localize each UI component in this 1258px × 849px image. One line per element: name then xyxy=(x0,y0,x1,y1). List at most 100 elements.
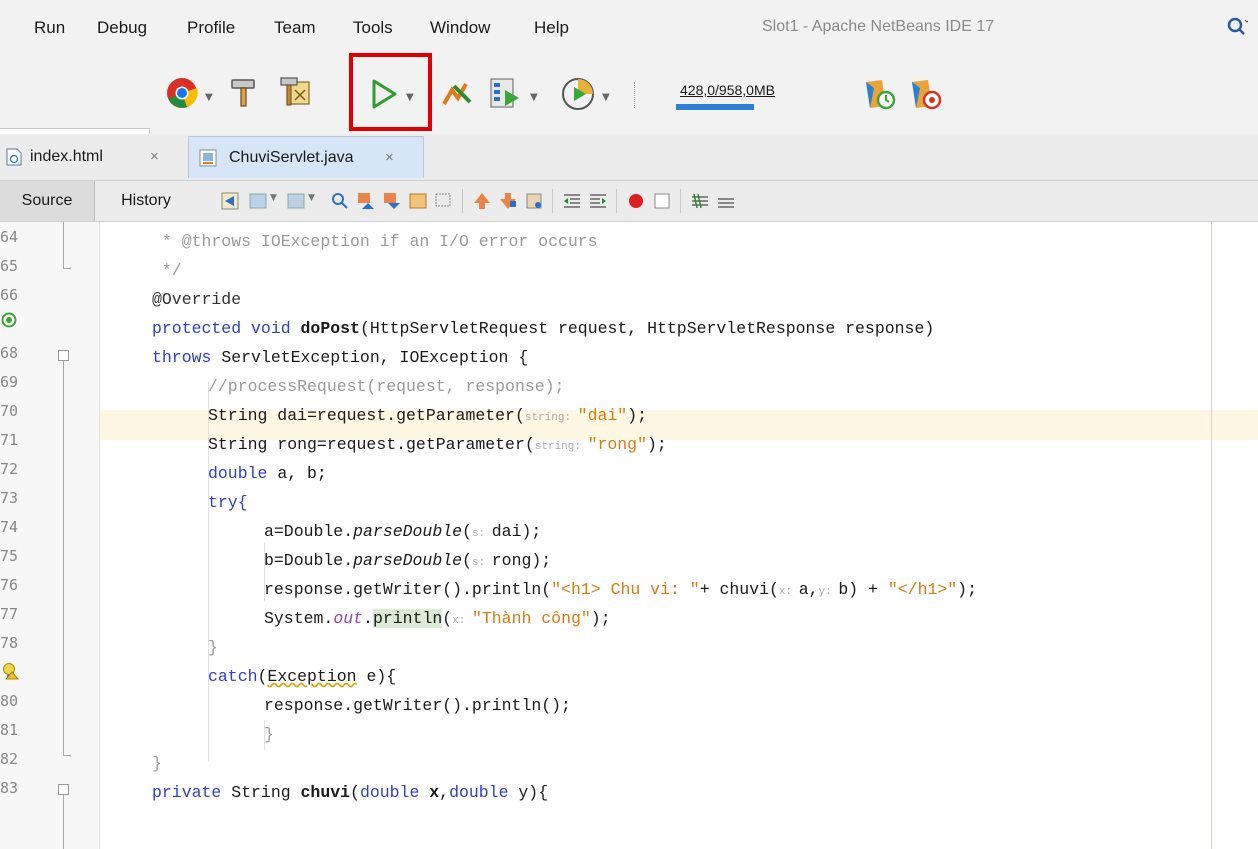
code-line-80: response.getWriter().println(); xyxy=(264,696,571,715)
code-line-75: b=Double.parseDouble(s: rong); xyxy=(264,551,552,570)
line-number: 71 xyxy=(0,431,19,449)
code-line-64: * @throws IOException if an I/O error oc… xyxy=(152,232,598,251)
toggle-bookmark-icon[interactable] xyxy=(524,191,544,211)
close-icon[interactable]: × xyxy=(385,149,394,166)
fold-end xyxy=(63,755,71,756)
run-file-dropdown-icon[interactable]: ▼ xyxy=(602,92,610,103)
line-number: 73 xyxy=(0,489,19,507)
line-number: 81 xyxy=(0,721,19,739)
separator xyxy=(680,189,681,213)
line-number: 72 xyxy=(0,460,19,478)
forward-icon[interactable] xyxy=(286,191,306,211)
separator xyxy=(462,189,463,213)
code-line-72: double a, b; xyxy=(208,464,327,483)
code-line-74: a=Double.parseDouble(s: dai); xyxy=(264,522,542,541)
main-toolbar: ▼ ▼ ▼ ▼ 428,0/958,0MB xyxy=(0,56,1258,174)
code-line-78: } xyxy=(208,638,218,657)
code-line-69: //processRequest(request, response); xyxy=(208,377,565,396)
separator xyxy=(616,189,617,213)
uncomment-icon[interactable] xyxy=(716,191,736,211)
next-bookmark-icon[interactable] xyxy=(498,191,518,211)
line-number: 80 xyxy=(0,692,19,710)
separator xyxy=(552,189,553,213)
line-number: 76 xyxy=(0,576,19,594)
previous-bookmark-icon[interactable] xyxy=(472,191,492,211)
code-line-73: try{ xyxy=(208,493,248,512)
build-hammer-icon[interactable] xyxy=(226,76,260,110)
shift-right-icon[interactable] xyxy=(588,191,608,211)
code-line-79: catch(Exception e){ xyxy=(208,667,397,686)
fold-end xyxy=(63,268,71,269)
find-selection-icon[interactable] xyxy=(330,191,350,211)
close-icon[interactable]: × xyxy=(150,148,159,165)
code-line-70: String dai=request.getParameter(string: … xyxy=(208,406,647,425)
menu-profile[interactable]: Profile xyxy=(187,18,235,38)
browser-dropdown-icon[interactable]: ▼ xyxy=(205,92,213,103)
code-editor[interactable]: * @throws IOException if an I/O error oc… xyxy=(100,222,1258,849)
comment-icon[interactable] xyxy=(690,191,710,211)
fold-line xyxy=(63,222,64,268)
tab-index-html[interactable]: index.html × xyxy=(0,136,186,178)
memory-bar xyxy=(676,104,754,110)
line-number: 68 xyxy=(0,344,19,362)
menu-help[interactable]: Help xyxy=(534,18,569,38)
line-number: 77 xyxy=(0,605,19,623)
fold-line xyxy=(63,795,64,849)
tab-label: ChuviServlet.java xyxy=(229,149,354,166)
shift-left-icon[interactable] xyxy=(562,191,582,211)
menu-run[interactable]: Run xyxy=(34,18,65,38)
memory-indicator[interactable]: 428,0/958,0MB xyxy=(676,78,850,110)
menu-tools[interactable]: Tools xyxy=(353,18,393,38)
menu-team[interactable]: Team xyxy=(274,18,316,38)
source-tab[interactable]: Source xyxy=(0,181,95,221)
history-tab[interactable]: History xyxy=(98,181,194,221)
debug-project-icon[interactable] xyxy=(440,76,474,110)
profile-dropdown-icon[interactable]: ▼ xyxy=(530,92,538,103)
line-number: 75 xyxy=(0,547,19,565)
html-file-icon xyxy=(6,148,22,166)
toggle-rect-selection-icon[interactable] xyxy=(434,191,454,211)
line-number: 74 xyxy=(0,518,19,536)
editor-gutter: 64 65 66 68 69 70 71 72 73 74 75 76 77 7… xyxy=(0,222,100,849)
find-next-icon[interactable] xyxy=(382,191,402,211)
code-line-83: private String chuvi(double x,double y){ xyxy=(152,783,549,802)
warning-bulb-icon[interactable] xyxy=(1,662,19,680)
toggle-highlight-icon[interactable] xyxy=(408,191,428,211)
back-dropdown-icon[interactable]: ▼ xyxy=(270,193,277,203)
line-number: 70 xyxy=(0,402,19,420)
back-icon[interactable] xyxy=(248,191,268,211)
right-margin-line xyxy=(1211,222,1212,849)
override-marker-icon[interactable] xyxy=(1,312,17,328)
gc-icon-2[interactable] xyxy=(908,76,944,112)
profile-project-icon[interactable] xyxy=(488,76,522,110)
run-file-icon[interactable] xyxy=(560,76,596,112)
line-number: 64 xyxy=(0,228,19,246)
run-button-highlight xyxy=(349,53,432,131)
last-edit-icon[interactable] xyxy=(220,191,240,211)
find-previous-icon[interactable] xyxy=(356,191,376,211)
toolbar-separator xyxy=(634,82,636,108)
code-line-77: System.out.println(x: "Thành công"); xyxy=(264,609,611,628)
forward-dropdown-icon[interactable]: ▼ xyxy=(308,193,315,203)
search-icon[interactable] xyxy=(1226,16,1248,38)
tab-chuviservlet-java[interactable]: ChuviServlet.java × xyxy=(188,136,424,178)
editor-toolbar: Source History ▼ ▼ xyxy=(0,180,1258,222)
code-line-81: } xyxy=(264,725,274,744)
line-number: 65 xyxy=(0,257,19,275)
stop-macro-icon[interactable] xyxy=(652,191,672,211)
tab-label: index.html xyxy=(30,148,103,165)
memory-text: 428,0/958,0MB xyxy=(680,82,775,98)
fold-toggle[interactable] xyxy=(58,350,69,361)
code-line-82: } xyxy=(152,754,162,773)
clean-build-icon[interactable] xyxy=(277,76,313,110)
line-number: 83 xyxy=(0,779,19,797)
browser-chrome-icon[interactable] xyxy=(165,76,199,110)
code-line-66: @Override xyxy=(152,290,242,309)
menu-debug[interactable]: Debug xyxy=(97,18,147,38)
java-servlet-file-icon xyxy=(199,149,217,167)
gc-icon-1[interactable] xyxy=(862,76,898,112)
fold-toggle[interactable] xyxy=(58,784,69,795)
menu-window[interactable]: Window xyxy=(430,18,490,38)
line-number: 78 xyxy=(0,634,19,652)
start-macro-icon[interactable] xyxy=(626,191,646,211)
